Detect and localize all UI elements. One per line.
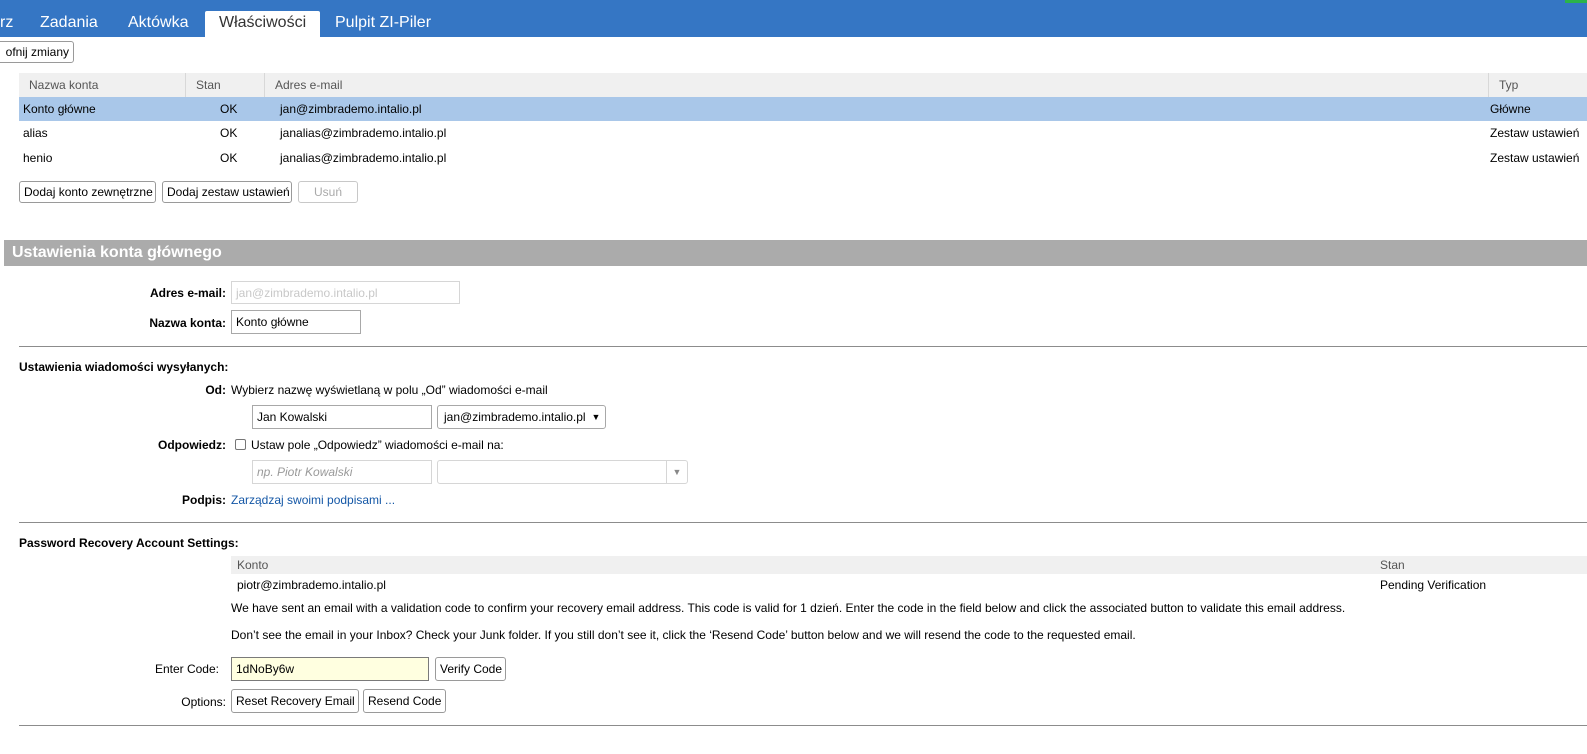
email-field: jan@zimbrademo.intalio.pl bbox=[231, 281, 460, 304]
tab-preferences[interactable]: Właściwości bbox=[205, 11, 321, 37]
recovery-account-email: piotr@zimbrademo.intalio.pl bbox=[237, 578, 386, 592]
account-name-label: Nazwa konta: bbox=[149, 316, 226, 330]
column-header-type[interactable]: Typ bbox=[1489, 73, 1587, 97]
recovery-status: Pending Verification bbox=[1380, 578, 1487, 592]
account-type-cell: Zestaw ustawień bbox=[1490, 126, 1580, 140]
from-address-select[interactable]: jan@zimbrademo.intalio.pl ▼ bbox=[437, 405, 606, 429]
tab-briefcase[interactable]: Aktówka bbox=[128, 11, 188, 37]
verify-code-button[interactable]: Verify Code bbox=[435, 657, 506, 681]
recovery-table-header: Konto Stan bbox=[231, 556, 1587, 574]
delete-account-button[interactable]: Usuń bbox=[298, 181, 358, 203]
account-name-cell: Konto główne bbox=[23, 102, 96, 116]
from-description: Wybierz nazwę wyświetlaną w polu „Od” wi… bbox=[231, 383, 548, 397]
column-header-status[interactable]: Stan bbox=[186, 73, 265, 97]
account-status-cell: OK bbox=[220, 126, 238, 140]
status-indicator bbox=[1565, 0, 1587, 3]
dropdown-arrow-icon: ▼ bbox=[591, 412, 601, 422]
manage-signatures-link[interactable]: Zarządzaj swoimi podpisami ... bbox=[231, 493, 395, 507]
account-name-input[interactable]: Konto główne bbox=[231, 310, 361, 334]
recovery-junk-hint: Don’t see the email in your Inbox? Check… bbox=[231, 628, 1136, 642]
reset-recovery-email-button[interactable]: Reset Recovery Email bbox=[231, 689, 359, 713]
account-name-cell: henio bbox=[23, 151, 53, 165]
column-header-email[interactable]: Adres e-mail bbox=[265, 73, 1489, 97]
from-name-input[interactable]: Jan Kowalski bbox=[252, 405, 432, 429]
reply-address-select[interactable]: ▼ bbox=[437, 460, 688, 484]
table-row[interactable]: Konto główne OK jan@zimbrademo.intalio.p… bbox=[19, 97, 1587, 121]
divider bbox=[19, 725, 1587, 726]
undo-changes-button[interactable]: ofnij zmiany bbox=[0, 41, 74, 63]
table-row[interactable]: alias OK janalias@zimbrademo.intalio.pl … bbox=[19, 121, 1587, 145]
tab-calendar[interactable]: rz bbox=[0, 11, 13, 37]
signature-label: Podpis: bbox=[182, 493, 226, 507]
tab-zi-piler[interactable]: Pulpit ZI-Piler bbox=[335, 11, 431, 37]
account-name-cell: alias bbox=[23, 126, 48, 140]
reply-name-input[interactable]: np. Piotr Kowalski bbox=[252, 460, 432, 484]
add-persona-button[interactable]: Dodaj zestaw ustawień bbox=[162, 181, 292, 203]
column-header-status: Stan bbox=[1380, 558, 1405, 572]
resend-code-button[interactable]: Resend Code bbox=[363, 689, 446, 713]
account-email-cell: jan@zimbrademo.intalio.pl bbox=[280, 102, 422, 116]
divider bbox=[19, 346, 1587, 347]
account-email-cell: janalias@zimbrademo.intalio.pl bbox=[280, 151, 447, 165]
sent-settings-title: Ustawienia wiadomości wysyłanych: bbox=[19, 360, 229, 374]
dropdown-arrow-icon: ▼ bbox=[666, 461, 687, 483]
account-email-cell: janalias@zimbrademo.intalio.pl bbox=[280, 126, 447, 140]
add-external-account-button[interactable]: Dodaj konto zewnętrzne bbox=[19, 181, 156, 203]
table-row[interactable]: henio OK janalias@zimbrademo.intalio.pl … bbox=[19, 146, 1587, 170]
reply-to-checkbox[interactable] bbox=[235, 439, 246, 450]
options-label: Options: bbox=[181, 695, 226, 709]
tab-tasks[interactable]: Zadania bbox=[40, 11, 98, 37]
account-type-cell: Główne bbox=[1490, 102, 1531, 116]
reply-checkbox-label[interactable]: Ustaw pole „Odpowiedz” wiadomości e-mail… bbox=[251, 438, 504, 452]
password-recovery-title: Password Recovery Account Settings: bbox=[19, 536, 239, 550]
enter-code-label: Enter Code: bbox=[154, 662, 219, 676]
account-type-cell: Zestaw ustawień bbox=[1490, 151, 1580, 165]
section-header: Ustawienia konta głównego bbox=[4, 240, 1587, 266]
column-header-account: Konto bbox=[237, 558, 269, 572]
account-status-cell: OK bbox=[220, 102, 238, 116]
reply-label: Odpowiedz: bbox=[158, 438, 226, 452]
from-label: Od: bbox=[205, 383, 226, 397]
verification-code-input[interactable]: 1dNoBy6w bbox=[231, 657, 429, 681]
recovery-info-text: We have sent an email with a validation … bbox=[231, 601, 1346, 615]
from-address-value: jan@zimbrademo.intalio.pl bbox=[444, 410, 586, 424]
app-tab-bar: rz Zadania Aktówka Właściwości Pulpit ZI… bbox=[0, 0, 1587, 37]
account-status-cell: OK bbox=[220, 151, 238, 165]
divider bbox=[19, 522, 1587, 523]
email-label: Adres e-mail: bbox=[149, 286, 226, 300]
column-header-account-name[interactable]: Nazwa konta bbox=[19, 73, 186, 97]
